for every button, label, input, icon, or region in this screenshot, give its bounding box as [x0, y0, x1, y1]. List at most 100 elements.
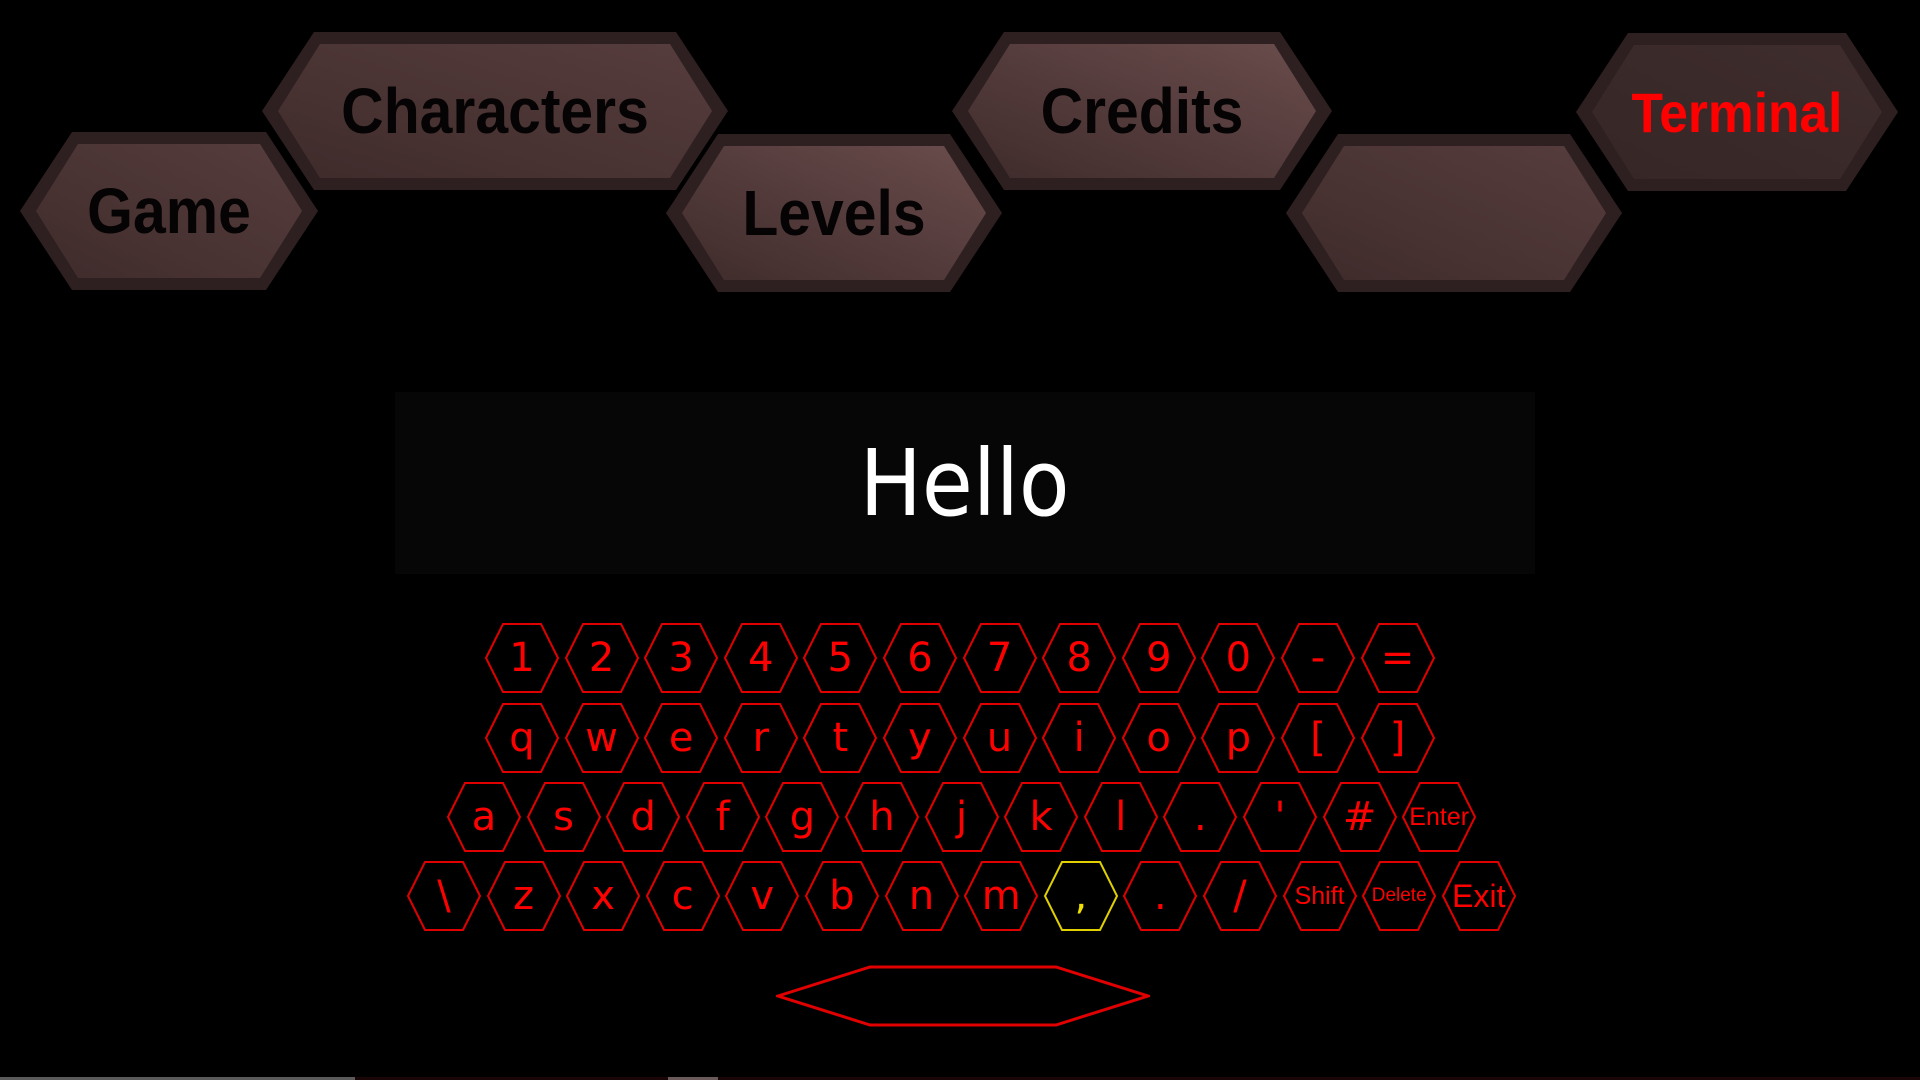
- key-exit[interactable]: Exit: [1441, 860, 1517, 932]
- terminal-text: Hello: [860, 429, 1070, 537]
- key-label: x: [591, 873, 616, 919]
- key-backslash[interactable]: \: [406, 860, 482, 932]
- key-n[interactable]: n: [884, 860, 960, 932]
- menu-button-credits[interactable]: Credits: [952, 32, 1332, 190]
- key-label: 9: [1146, 635, 1172, 681]
- key-3[interactable]: 3: [643, 622, 719, 694]
- key-label: ]: [1389, 715, 1406, 761]
- key-left-bracket[interactable]: [: [1280, 702, 1356, 774]
- key-label: d: [630, 794, 656, 840]
- menu-button-characters[interactable]: Characters: [262, 32, 728, 190]
- key-label: f: [715, 794, 730, 840]
- key-d[interactable]: d: [605, 781, 681, 853]
- key-b[interactable]: b: [804, 860, 880, 932]
- key-label: j: [956, 794, 968, 840]
- key-label: Delete: [1371, 885, 1427, 906]
- key-9[interactable]: 9: [1121, 622, 1197, 694]
- key-label: 1: [509, 635, 535, 681]
- key-i[interactable]: i: [1041, 702, 1117, 774]
- key-label: p: [1225, 715, 1252, 761]
- key-label: 4: [748, 635, 774, 681]
- key-label: z: [513, 873, 535, 919]
- key-u[interactable]: u: [962, 702, 1038, 774]
- key-label: 6: [907, 635, 933, 681]
- key-label: Exit: [1452, 877, 1506, 914]
- key-f[interactable]: f: [685, 781, 761, 853]
- key-label: [: [1310, 715, 1326, 761]
- key-label: Enter: [1409, 802, 1470, 831]
- key-label: e: [668, 715, 694, 761]
- key-8[interactable]: 8: [1041, 622, 1117, 694]
- key-z[interactable]: z: [486, 860, 562, 932]
- key-v[interactable]: v: [724, 860, 800, 932]
- key-k[interactable]: k: [1003, 781, 1079, 853]
- key-l[interactable]: l: [1083, 781, 1159, 853]
- key-label: h: [869, 794, 895, 840]
- key-minus[interactable]: -: [1280, 622, 1356, 694]
- key-g[interactable]: g: [764, 781, 840, 853]
- key-label: 3: [668, 635, 694, 681]
- key-label: o: [1146, 715, 1172, 761]
- key-label: q: [509, 715, 535, 761]
- key-0[interactable]: 0: [1200, 622, 1276, 694]
- key-label: =: [1380, 635, 1415, 681]
- space-bar-hex-outline: [773, 965, 1153, 1027]
- key-e[interactable]: e: [643, 702, 719, 774]
- key-label: #: [1342, 794, 1377, 840]
- key-label: v: [750, 873, 775, 919]
- key-a[interactable]: a: [446, 781, 522, 853]
- key-7[interactable]: 7: [962, 622, 1038, 694]
- key-p[interactable]: p: [1200, 702, 1276, 774]
- key-r[interactable]: r: [723, 702, 799, 774]
- key-m[interactable]: m: [963, 860, 1039, 932]
- key-period[interactable]: .: [1122, 860, 1198, 932]
- key-label: c: [671, 873, 694, 919]
- key-label: 7: [986, 635, 1013, 681]
- menu-label-characters: Characters: [341, 75, 649, 147]
- key-w[interactable]: w: [564, 702, 640, 774]
- key-s[interactable]: s: [526, 781, 602, 853]
- key-x[interactable]: x: [565, 860, 641, 932]
- space-bar-key[interactable]: [773, 965, 1153, 1027]
- key-6[interactable]: 6: [882, 622, 958, 694]
- key-label: m: [981, 873, 1021, 919]
- key-equals[interactable]: =: [1360, 622, 1436, 694]
- key-label: k: [1029, 794, 1053, 840]
- key-period[interactable]: .: [1162, 781, 1238, 853]
- key-label: ,: [1074, 873, 1088, 919]
- key-q[interactable]: q: [484, 702, 560, 774]
- key-4[interactable]: 4: [723, 622, 799, 694]
- key-label: .: [1154, 873, 1167, 919]
- key-label: b: [829, 873, 855, 919]
- key-right-bracket[interactable]: ]: [1360, 702, 1436, 774]
- key-o[interactable]: o: [1121, 702, 1197, 774]
- key-5[interactable]: 5: [802, 622, 878, 694]
- key-c[interactable]: c: [645, 860, 721, 932]
- menu-label-blank: [1299, 134, 1608, 292]
- key-comma[interactable]: ,: [1043, 860, 1119, 932]
- key-1[interactable]: 1: [484, 622, 560, 694]
- key-apostrophe[interactable]: ': [1242, 781, 1318, 853]
- key-h[interactable]: h: [844, 781, 920, 853]
- key-hash[interactable]: #: [1322, 781, 1398, 853]
- key-label: 8: [1066, 635, 1092, 681]
- key-label: ': [1274, 794, 1286, 840]
- key-j[interactable]: j: [924, 781, 1000, 853]
- key-label: t: [832, 715, 849, 761]
- key-label: 0: [1225, 635, 1252, 681]
- key-2[interactable]: 2: [564, 622, 640, 694]
- key-label: .: [1194, 794, 1207, 840]
- key-slash[interactable]: /: [1202, 860, 1278, 932]
- key-enter[interactable]: Enter: [1401, 781, 1477, 853]
- key-t[interactable]: t: [802, 702, 878, 774]
- key-label: i: [1073, 715, 1085, 761]
- menu-label-levels: Levels: [742, 177, 926, 249]
- menu-button-terminal[interactable]: Terminal: [1576, 33, 1898, 191]
- key-y[interactable]: y: [882, 702, 958, 774]
- key-label: n: [908, 873, 935, 919]
- key-delete[interactable]: Delete: [1361, 860, 1437, 932]
- menu-button-blank[interactable]: [1286, 134, 1622, 292]
- key-shift[interactable]: Shift: [1282, 860, 1358, 932]
- key-label: l: [1115, 794, 1127, 840]
- key-label: r: [752, 715, 770, 761]
